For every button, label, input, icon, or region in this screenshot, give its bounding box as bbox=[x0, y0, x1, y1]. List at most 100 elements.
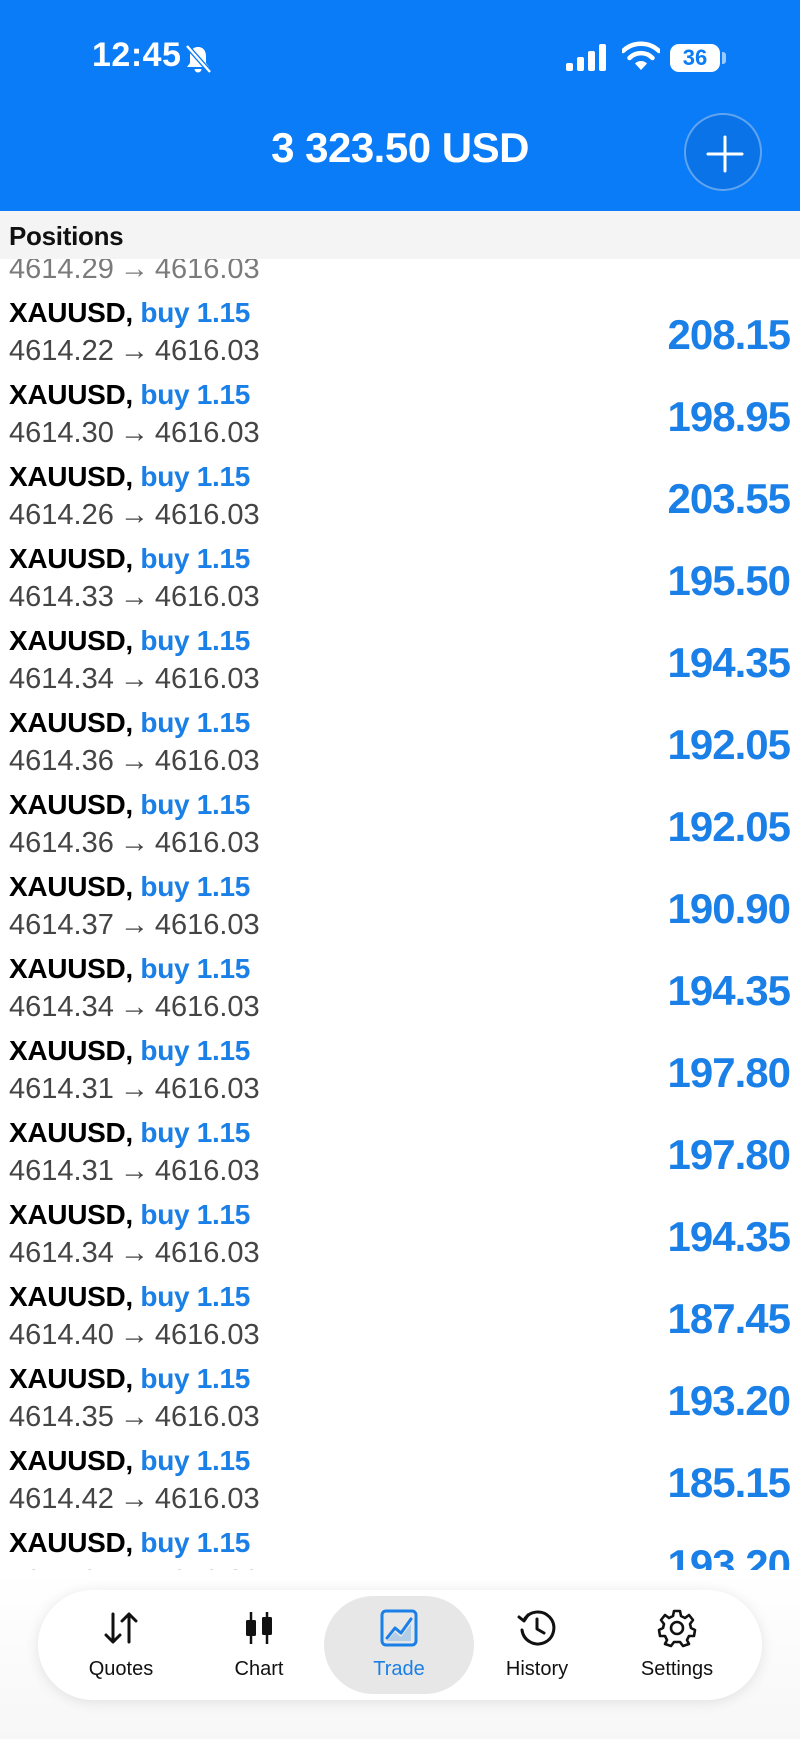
candlestick-chart-icon bbox=[246, 1612, 272, 1644]
position-profit: 197.80 bbox=[667, 1049, 791, 1096]
arrow-right-icon: → bbox=[119, 663, 149, 695]
open-price: 4614.35 bbox=[9, 1401, 114, 1433]
position-row[interactable]: XAUUSD, buy 1.15 4614.36 → 4616.03 192.05 bbox=[0, 789, 800, 871]
current-price: 4616.03 bbox=[154, 909, 260, 941]
position-symbol: XAUUSD, bbox=[9, 1363, 133, 1394]
current-price: 4616.03 bbox=[154, 1155, 260, 1187]
position-row[interactable]: XAUUSD, buy 1.15 4614.42 → 4616.03 185.15 bbox=[0, 1445, 800, 1527]
arrow-right-icon: → bbox=[119, 1483, 149, 1515]
current-price: 4616.03 bbox=[154, 1073, 260, 1105]
position-row[interactable]: XAUUSD, buy 1.15 4614.34 → 4616.03 194.35 bbox=[0, 625, 800, 707]
position-title: XAUUSD, buy 1.15 bbox=[9, 625, 250, 657]
position-symbol: XAUUSD, bbox=[9, 1527, 133, 1558]
position-side-volume: buy 1.15 bbox=[140, 461, 251, 492]
position-profit: 185.15 bbox=[667, 1459, 791, 1506]
open-price: 4614.34 bbox=[9, 991, 114, 1023]
position-profit: 194.35 bbox=[667, 639, 791, 686]
position-row[interactable]: XAUUSD, buy 1.15 4614.33 → 4616.03 195.50 bbox=[0, 543, 800, 625]
tab-trade[interactable]: Trade bbox=[324, 1590, 474, 1700]
tab-history[interactable]: History bbox=[462, 1590, 612, 1700]
open-price: 4614.30 bbox=[9, 417, 114, 449]
current-price: 4616.03 bbox=[154, 1483, 260, 1515]
tab-settings[interactable]: Settings bbox=[602, 1590, 752, 1700]
position-side-volume: buy 1.15 bbox=[140, 1281, 251, 1312]
arrow-right-icon: → bbox=[119, 1073, 149, 1105]
arrow-right-icon: → bbox=[119, 259, 149, 285]
arrow-right-icon: → bbox=[119, 745, 149, 777]
new-order-button[interactable] bbox=[684, 113, 762, 191]
position-symbol: XAUUSD, bbox=[9, 707, 133, 738]
position-title: XAUUSD, buy 1.15 bbox=[9, 707, 250, 739]
tab-quotes[interactable]: Quotes bbox=[46, 1590, 196, 1700]
current-price: 4616.03 bbox=[154, 827, 260, 859]
current-price: 4616.03 bbox=[154, 1319, 260, 1351]
positions-section-header: Positions bbox=[0, 211, 800, 259]
position-prices: 4614.36 → 4616.03 bbox=[9, 745, 260, 778]
position-row[interactable]: XAUUSD, buy 1.15 4614.31 → 4616.03 197.80 bbox=[0, 1117, 800, 1199]
open-price: 4614.22 bbox=[9, 335, 114, 367]
position-prices: 4614.34 → 4616.03 bbox=[9, 1237, 260, 1270]
position-symbol: XAUUSD, bbox=[9, 1445, 133, 1476]
position-title: XAUUSD, buy 1.15 bbox=[9, 543, 250, 575]
open-price: 4614.37 bbox=[9, 909, 114, 941]
position-row[interactable]: XAUUSD, buy 1.15 4614.30 → 4616.03 198.95 bbox=[0, 379, 800, 461]
position-symbol: XAUUSD, bbox=[9, 789, 133, 820]
section-title: Positions bbox=[9, 221, 124, 251]
arrow-right-icon: → bbox=[119, 827, 149, 859]
arrow-right-icon: → bbox=[119, 1319, 149, 1351]
position-row[interactable]: XAUUSD, buy 1.15 4614.35→4616.03 193.20 bbox=[0, 1363, 800, 1445]
open-price: 4614.36 bbox=[9, 745, 114, 777]
position-title: XAUUSD, buy 1.15 bbox=[9, 1035, 250, 1067]
position-symbol: XAUUSD, bbox=[9, 871, 133, 902]
position-row[interactable]: XAUUSD, buy 1.15 4614.40 → 4616.03 187.45 bbox=[0, 1281, 800, 1363]
open-price: 4614.31 bbox=[9, 1073, 114, 1105]
position-profit: 208.15 bbox=[667, 311, 791, 358]
open-price: 4614.34 bbox=[9, 1237, 114, 1269]
battery-cap bbox=[722, 52, 726, 64]
position-prices: 4614.22 → 4616.03 bbox=[9, 335, 260, 368]
arrow-right-icon: → bbox=[119, 581, 149, 613]
position-row[interactable]: XAUUSD, buy 1.15 4614.34 → 4616.03 194.35 bbox=[0, 1199, 800, 1281]
position-row[interactable]: XAUUSD, buy 1.15 4614.34 → 4616.03 194.35 bbox=[0, 953, 800, 1035]
battery-level: 36 bbox=[670, 44, 720, 72]
position-title: XAUUSD, buy 1.15 bbox=[9, 1527, 250, 1559]
current-price: 4616.03 bbox=[154, 259, 260, 285]
position-row[interactable]: XAUUSD, buy 1.15 4614.31 → 4616.03 197.80 bbox=[0, 1035, 800, 1117]
position-title: XAUUSD, buy 1.15 bbox=[9, 1281, 250, 1313]
position-profit: 194.35 bbox=[667, 967, 791, 1014]
position-profit: 197.80 bbox=[667, 1131, 791, 1178]
position-row[interactable]: XAUUSD, buy 1.15 4614.22 → 4616.03 208.15 bbox=[0, 297, 800, 379]
position-row[interactable]: XAUUSD, buy 1.15 4614.36 → 4616.03 192.05 bbox=[0, 707, 800, 789]
tab-label-quotes: Quotes bbox=[88, 1658, 154, 1680]
position-row[interactable]: XAUUSD, buy 1.15 4614.37 → 4616.03 190.90 bbox=[0, 871, 800, 953]
open-price: 4614.33 bbox=[9, 581, 114, 613]
position-side-volume: buy 1.15 bbox=[140, 953, 251, 984]
current-price: 4616.03 bbox=[154, 663, 260, 695]
tab-chart[interactable]: Chart bbox=[184, 1590, 334, 1700]
open-price: 4614.26 bbox=[9, 499, 114, 531]
position-prices: 4614.30 → 4616.03 bbox=[9, 417, 260, 450]
position-prices: 4614.31 → 4616.03 bbox=[9, 1155, 260, 1188]
position-profit: 198.95 bbox=[667, 393, 791, 440]
position-side-volume: buy 1.15 bbox=[140, 379, 251, 410]
position-row[interactable]: XAUUSD, buy 1.154614.29→4616.03 bbox=[0, 259, 800, 297]
position-side-volume: buy 1.15 bbox=[140, 789, 251, 820]
position-side-volume: buy 1.15 bbox=[140, 1527, 251, 1558]
position-title: XAUUSD, buy 1.15 bbox=[9, 1363, 250, 1395]
current-price: 4616.03 bbox=[154, 335, 260, 367]
current-price: 4616.03 bbox=[154, 991, 260, 1023]
positions-list[interactable]: XAUUSD, buy 1.154614.29→4616.03 XAUUSD, b… bbox=[0, 259, 800, 1599]
position-profit: 187.45 bbox=[667, 1295, 791, 1342]
position-side-volume: buy 1.15 bbox=[140, 625, 251, 656]
current-price: 4616.03 bbox=[154, 581, 260, 613]
position-profit: 194.35 bbox=[667, 1213, 791, 1260]
tab-label-settings: Settings bbox=[640, 1658, 714, 1680]
account-balance: 3 323.50 USD bbox=[271, 124, 529, 171]
position-symbol: XAUUSD, bbox=[9, 1199, 133, 1230]
arrow-right-icon: → bbox=[119, 335, 149, 367]
position-row[interactable]: XAUUSD, buy 1.15 4614.26 → 4616.03 203.55 bbox=[0, 461, 800, 543]
current-price: 4616.03 bbox=[154, 745, 260, 777]
position-symbol: XAUUSD, bbox=[9, 625, 133, 656]
bottom-tab-bar: Quotes Chart Trade History Settings bbox=[38, 1590, 762, 1700]
position-side-volume: buy 1.15 bbox=[140, 1199, 251, 1230]
